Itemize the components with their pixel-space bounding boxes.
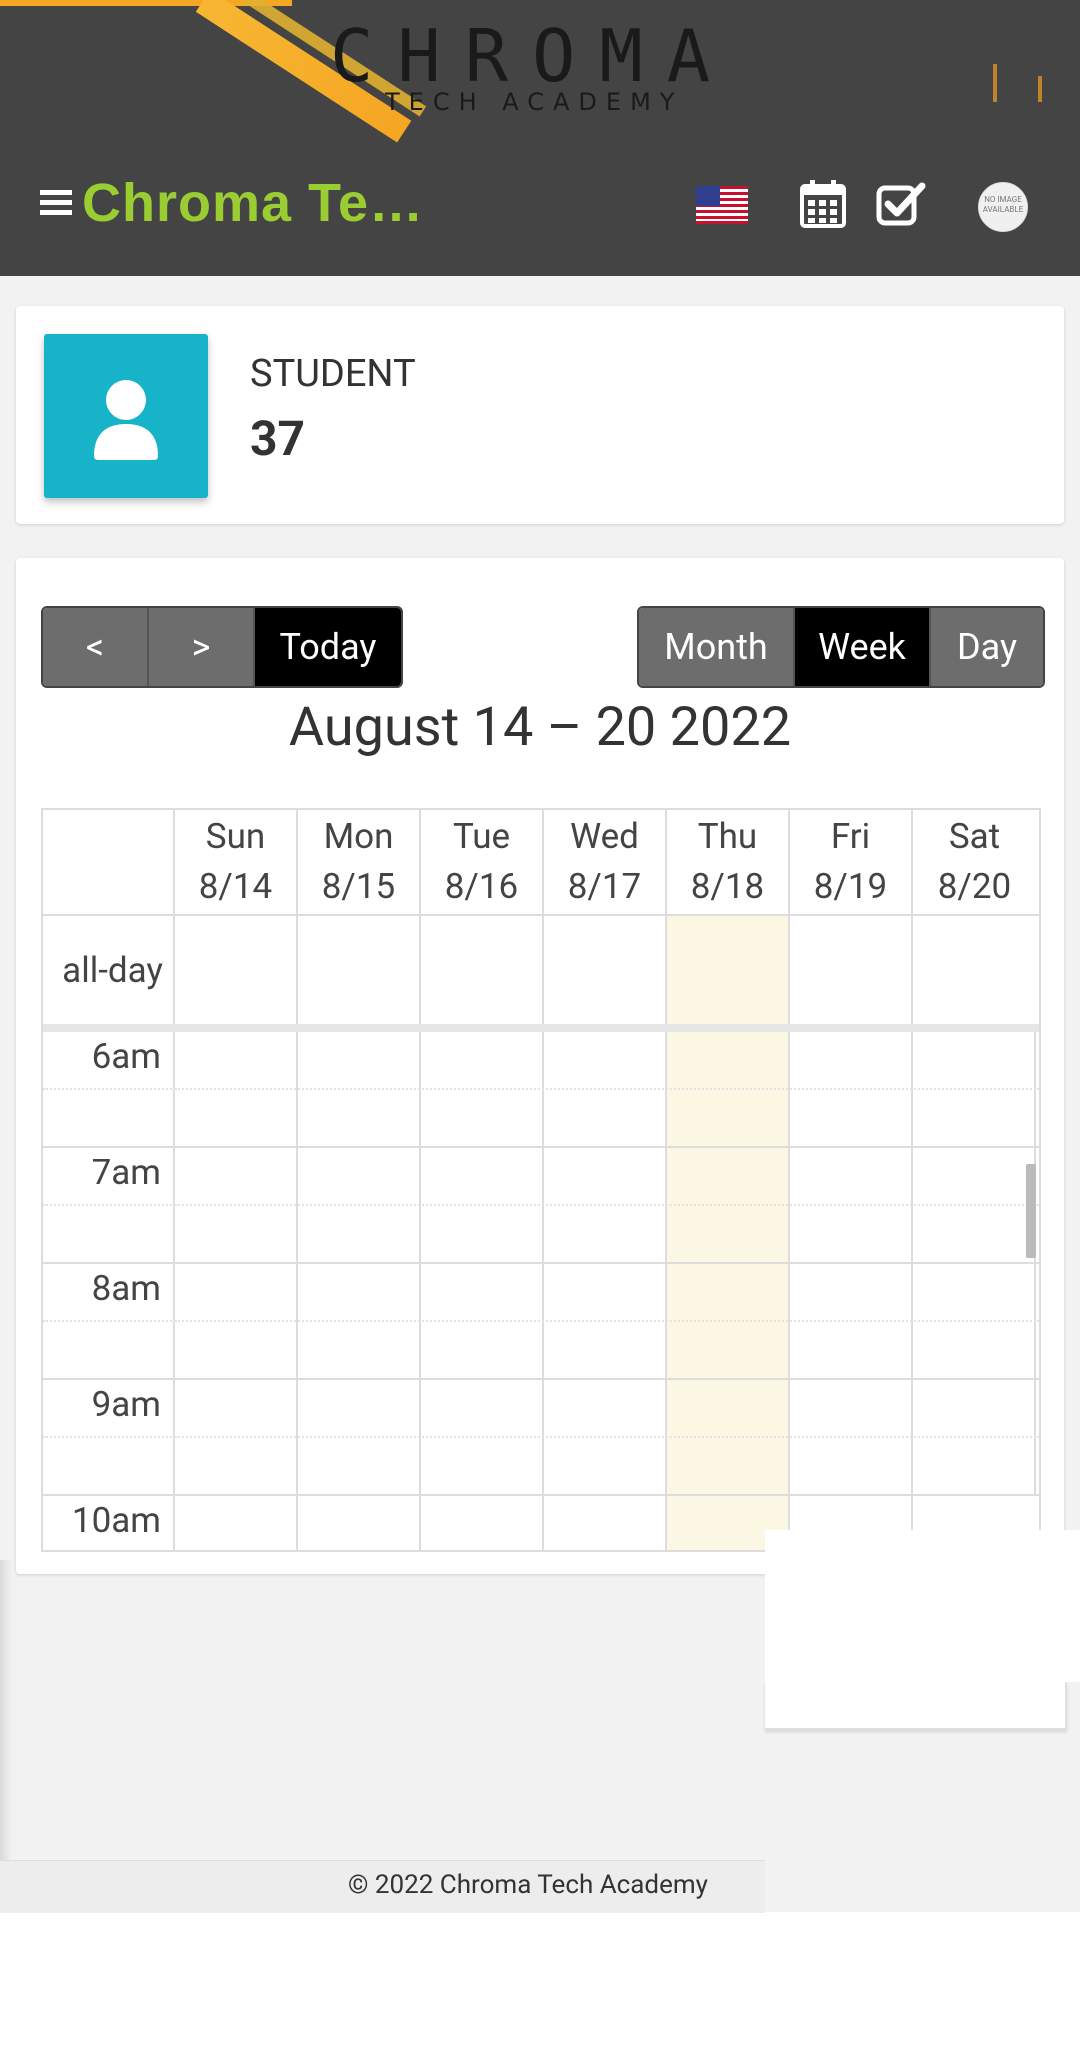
allday-slot[interactable]: [298, 916, 421, 1024]
us-flag-icon[interactable]: [696, 186, 748, 224]
day-header-thu[interactable]: Thu 8/18: [667, 810, 790, 914]
user-icon-box: [44, 334, 208, 498]
half-hour-line: [175, 1320, 1039, 1322]
time-slot[interactable]: [544, 1496, 667, 1550]
time-slot[interactable]: [421, 1496, 544, 1550]
day-header-sat[interactable]: Sat 8/20: [913, 810, 1036, 914]
brand-title[interactable]: Chroma Te…: [82, 172, 424, 234]
calendar-scrollbar[interactable]: [1026, 1164, 1036, 1258]
time-row-9am: 9am: [43, 1380, 1039, 1496]
half-hour-line: [43, 1088, 175, 1090]
calendar-card: < > Today Month Week Day August 14 – 20 …: [16, 558, 1064, 1574]
logo-text: CHROMA: [330, 14, 735, 98]
allday-slot[interactable]: [421, 916, 544, 1024]
time-slot[interactable]: [175, 1496, 298, 1550]
half-hour-line: [175, 1204, 1039, 1206]
decor-mark: [1038, 76, 1042, 102]
top-header: CHROMA TECH ACADEMY Chroma Te… NO IMAGE …: [0, 0, 1080, 276]
avatar-icon[interactable]: NO IMAGE AVAILABLE: [978, 182, 1028, 232]
nav-button-group: < > Today: [41, 606, 403, 688]
student-stat-card: STUDENT 37: [16, 306, 1064, 524]
stat-value: 37: [250, 410, 306, 467]
blank-overlay-frame: [765, 1682, 1067, 1730]
allday-label: all-day: [43, 916, 175, 1024]
allday-slot[interactable]: [790, 916, 913, 1024]
day-header-row: Sun 8/14 Mon 8/15 Tue 8/16 Wed 8/17 Thu 8/18 …: [43, 810, 1039, 916]
time-row-7am: 7am: [43, 1148, 1039, 1264]
user-icon: [94, 380, 158, 460]
calendar-icon[interactable]: [800, 180, 846, 228]
time-slot[interactable]: [298, 1496, 421, 1550]
allday-slot-today[interactable]: [667, 916, 790, 1024]
half-hour-line: [43, 1320, 175, 1322]
allday-row: all-day: [43, 916, 1039, 1032]
next-button[interactable]: >: [149, 608, 255, 686]
calendar-title: August 14 – 20 2022: [288, 696, 792, 759]
allday-slot[interactable]: [175, 916, 298, 1024]
day-header-tue[interactable]: Tue 8/16: [421, 810, 544, 914]
time-row-8am: 8am: [43, 1264, 1039, 1380]
half-hour-line: [175, 1436, 1039, 1438]
stat-label: STUDENT: [250, 352, 416, 396]
checkbox-icon[interactable]: [876, 180, 926, 226]
header-gutter: [43, 810, 175, 914]
logo-subtext: TECH ACADEMY: [385, 88, 684, 116]
menu-icon[interactable]: [40, 190, 72, 222]
day-header-fri[interactable]: Fri 8/19: [790, 810, 913, 914]
blank-overlay: [765, 1530, 1080, 1682]
decor-mark: [993, 64, 997, 102]
view-button-group: Month Week Day: [637, 606, 1045, 688]
week-grid: Sun 8/14 Mon 8/15 Tue 8/16 Wed 8/17 Thu 8/18 …: [41, 808, 1041, 1552]
allday-slot[interactable]: [544, 916, 667, 1024]
today-button[interactable]: Today: [255, 608, 401, 686]
day-header-wed[interactable]: Wed 8/17: [544, 810, 667, 914]
half-hour-line: [175, 1088, 1039, 1090]
time-row-6am: 6am: [43, 1032, 1039, 1148]
prev-button[interactable]: <: [43, 608, 149, 686]
page-edge-shadow: [0, 1560, 12, 1860]
day-header-sun[interactable]: Sun 8/14: [175, 810, 298, 914]
week-view-button[interactable]: Week: [795, 608, 931, 686]
allday-slot[interactable]: [913, 916, 1036, 1024]
half-hour-line: [43, 1204, 175, 1206]
day-header-mon[interactable]: Mon 8/15: [298, 810, 421, 914]
month-view-button[interactable]: Month: [639, 608, 795, 686]
footer-copyright: © 2022 Chroma Tech Academy: [348, 1870, 708, 1900]
half-hour-line: [43, 1436, 175, 1438]
day-view-button[interactable]: Day: [931, 608, 1043, 686]
time-label: 10am: [43, 1496, 175, 1550]
